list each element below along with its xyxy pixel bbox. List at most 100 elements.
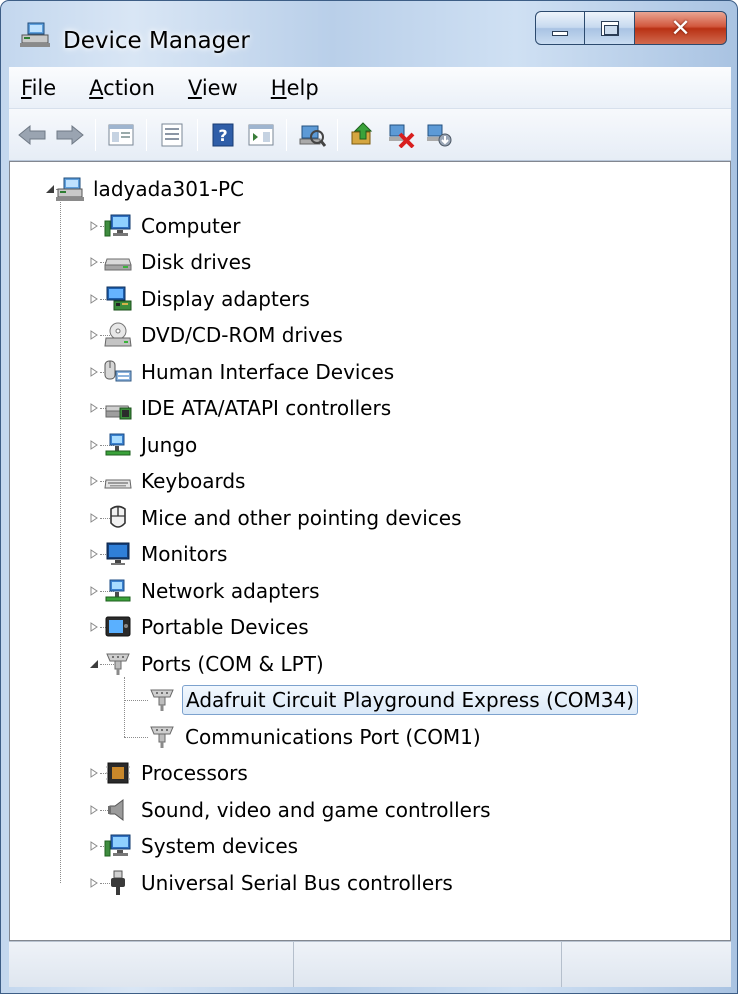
device-tree[interactable]: ladyada301-PC Computer Disk drives Display …	[9, 161, 731, 941]
tree-node-dvd-cd-rom-drives[interactable]: DVD/CD-ROM drives	[104, 318, 346, 352]
back-button[interactable]	[13, 116, 51, 154]
tree-node-label: Network adapters	[141, 578, 320, 603]
menu-action[interactable]: Action	[85, 74, 159, 102]
expand-toggle-sound-video-and-game-controllers[interactable]	[88, 804, 100, 816]
status-cell	[294, 942, 562, 987]
tree-connector	[60, 202, 61, 883]
expand-toggle[interactable]	[44, 183, 56, 195]
expand-toggle-mice-and-other-pointing-devices[interactable]	[88, 512, 100, 524]
status-cell	[9, 942, 294, 987]
disable-device-button[interactable]	[420, 116, 458, 154]
tree-node-label: Processors	[141, 761, 248, 785]
dvd-drive-icon	[104, 321, 132, 349]
expand-toggle-jungo[interactable]	[88, 439, 100, 451]
tree-node-label: Monitors	[141, 542, 228, 566]
tree-node-disk-drives[interactable]: Disk drives	[104, 245, 254, 279]
expand-toggle-portable-devices[interactable]	[88, 621, 100, 633]
computer-icon	[104, 212, 132, 240]
tree-node-label: Computer	[141, 213, 241, 238]
mouse-icon	[104, 504, 132, 532]
tree-node-label: DVD/CD-ROM drives	[141, 323, 343, 347]
expand-toggle-monitors[interactable]	[88, 548, 100, 560]
tree-node-processors[interactable]: Processors	[104, 756, 251, 790]
tree-node-monitors[interactable]: Monitors	[104, 537, 230, 571]
tree-node-ports-com-lpt[interactable]: Ports (COM & LPT)	[104, 647, 327, 681]
device-manager-window: Device Manager ✕ File Action View Help ?…	[0, 0, 738, 994]
tree-node-portable-devices[interactable]: Portable Devices	[104, 610, 312, 644]
tree-node-display-adapters[interactable]: Display adapters	[104, 282, 313, 316]
scan-hardware-changes-icon	[299, 125, 326, 147]
update-driver-button[interactable]	[344, 116, 382, 154]
expand-toggle-computer[interactable]	[88, 220, 100, 232]
tree-node-system-devices[interactable]: System devices	[104, 829, 301, 863]
show-hide-console-tree-icon	[108, 124, 134, 145]
expand-toggle-processors[interactable]	[88, 767, 100, 779]
svg-text:?: ?	[218, 126, 227, 145]
tree-node-label: IDE ATA/ATAPI controllers	[141, 396, 392, 420]
tree-node-computer[interactable]: Computer	[104, 209, 243, 243]
menu-file[interactable]: File	[17, 74, 60, 102]
minimize-button[interactable]	[535, 11, 585, 45]
expand-toggle-system-devices[interactable]	[88, 840, 100, 852]
show-hide-console-tree-button[interactable]	[102, 116, 140, 154]
toolbar-separator	[337, 118, 338, 151]
close-icon: ✕	[670, 14, 691, 42]
tree-node-communications-port-com1[interactable]: Communications Port (COM1)	[148, 720, 484, 754]
toolbar-separator	[197, 118, 198, 151]
tree-node-label: Universal Serial Bus controllers	[141, 870, 453, 895]
tree-node-network-adapters[interactable]: Network adapters	[104, 574, 323, 608]
properties-icon	[161, 123, 183, 146]
tree-node-label: Communications Port (COM1)	[185, 724, 481, 749]
tree-node-label: Disk drives	[141, 250, 252, 274]
expand-toggle-human-interface-devices[interactable]	[88, 366, 100, 378]
tree-node-mice-and-other-pointing-devices[interactable]: Mice and other pointing devices	[104, 501, 465, 535]
menu-help-accel: H	[270, 75, 287, 100]
tree-node-label: Mice and other pointing devices	[141, 505, 462, 530]
close-button[interactable]: ✕	[635, 11, 727, 45]
toolbar-separator	[286, 118, 287, 151]
tree-node-label: Sound, video and game controllers	[141, 797, 491, 822]
help-button[interactable]: ?	[204, 116, 242, 154]
tree-node-jungo[interactable]: Jungo	[104, 428, 200, 462]
menu-view-accel: V	[187, 75, 202, 100]
tree-node-ide-ata-atapi-controllers[interactable]: IDE ATA/ATAPI controllers	[104, 391, 394, 425]
tree-node-label: Adafruit Circuit Playground Express (COM…	[182, 685, 639, 715]
tree-node-adafruit-circuit-playground-express-com34[interactable]: Adafruit Circuit Playground Express (COM…	[148, 683, 639, 717]
scan-hardware-changes-button[interactable]	[293, 116, 331, 154]
show-action-pane-button[interactable]	[242, 116, 280, 154]
expand-toggle-dvd-cd-rom-drives[interactable]	[88, 329, 100, 341]
tree-node-sound-video-and-game-controllers[interactable]: Sound, video and game controllers	[104, 793, 494, 827]
expand-toggle-ide-ata-atapi-controllers[interactable]	[88, 402, 100, 414]
help-icon: ?	[212, 123, 234, 146]
forward-button[interactable]	[51, 116, 89, 154]
expand-toggle-universal-serial-bus-controllers[interactable]	[88, 877, 100, 889]
toolbar-separator	[146, 118, 147, 151]
usb-icon	[104, 869, 132, 897]
expand-toggle-network-adapters[interactable]	[88, 585, 100, 597]
minimize-icon	[552, 30, 568, 36]
expand-toggle-ports-com-lpt[interactable]	[88, 658, 100, 670]
menu-action-label: ction	[103, 75, 155, 100]
tree-root-node[interactable]: ladyada301-PC	[56, 172, 247, 206]
speaker-icon	[104, 796, 132, 824]
uninstall-device-icon	[389, 124, 415, 148]
tree-node-label: ladyada301-PC	[93, 177, 244, 201]
expand-toggle-keyboards[interactable]	[88, 475, 100, 487]
status-cell	[562, 942, 731, 987]
monitor-icon	[104, 540, 132, 568]
keyboard-icon	[104, 467, 132, 495]
menu-help[interactable]: Help	[267, 74, 323, 102]
system-device-icon	[104, 832, 132, 860]
expand-toggle-disk-drives[interactable]	[88, 256, 100, 268]
properties-button[interactable]	[153, 116, 191, 154]
title-bar[interactable]: Device Manager ✕	[1, 1, 737, 57]
maximize-button[interactable]	[585, 11, 635, 45]
tree-node-universal-serial-bus-controllers[interactable]: Universal Serial Bus controllers	[104, 866, 456, 900]
port-icon	[148, 723, 176, 751]
tree-node-label: System devices	[141, 834, 299, 858]
expand-toggle-display-adapters[interactable]	[88, 293, 100, 305]
tree-node-human-interface-devices[interactable]: Human Interface Devices	[104, 355, 397, 389]
menu-view[interactable]: View	[184, 74, 242, 102]
uninstall-device-button[interactable]	[382, 116, 420, 154]
tree-node-keyboards[interactable]: Keyboards	[104, 464, 248, 498]
